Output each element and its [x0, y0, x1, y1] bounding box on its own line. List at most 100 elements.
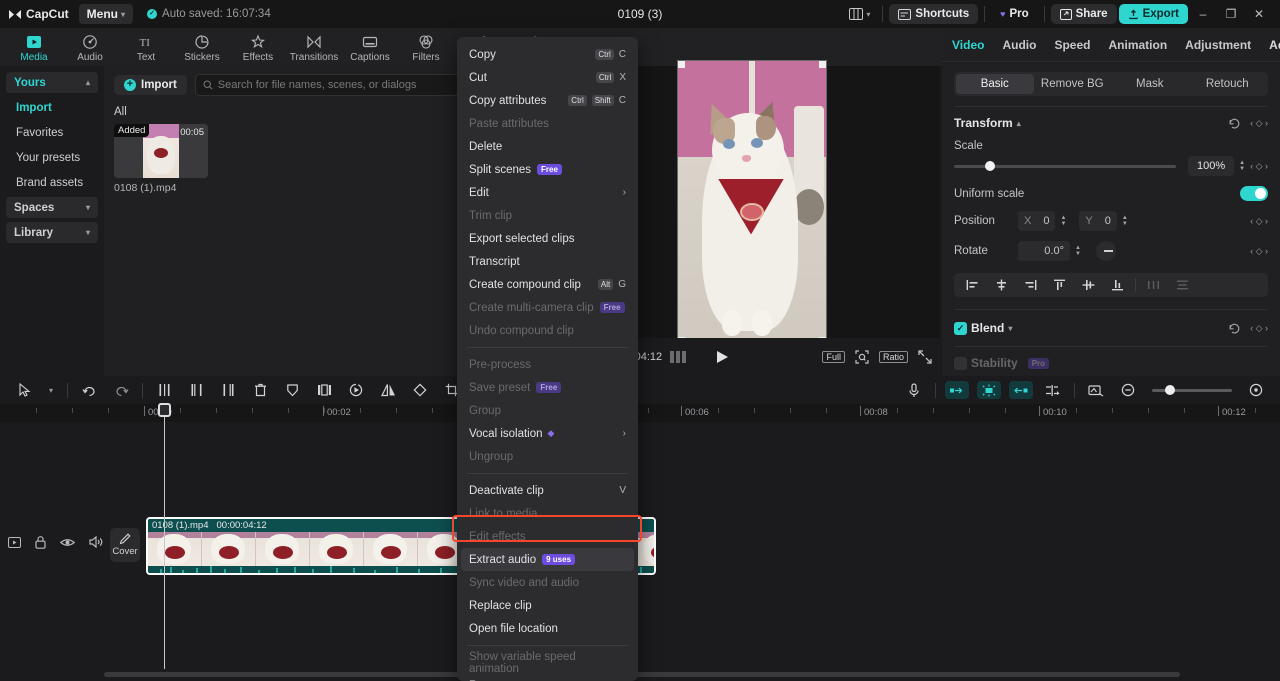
menu-item-copy-attributes[interactable]: Copy attributes Ctrl Shift C	[457, 89, 638, 112]
position-y-stepper[interactable]: ▲ ▼	[1122, 215, 1128, 227]
handle-top-right[interactable]	[819, 60, 826, 68]
subtab-basic[interactable]: Basic	[956, 74, 1034, 94]
tab-animation[interactable]: Animation	[1108, 38, 1167, 52]
full-button[interactable]: Full	[822, 351, 845, 363]
fullscreen-icon[interactable]	[918, 350, 932, 364]
freeze-frame-icon[interactable]	[308, 377, 340, 403]
close-button[interactable]: ✕	[1246, 2, 1272, 26]
align-center-vertical-icon[interactable]	[1074, 279, 1103, 291]
position-x-field[interactable]: X 0	[1018, 211, 1056, 231]
stability-title-group[interactable]: Stability Pro	[954, 356, 1050, 370]
align-bottom-icon[interactable]	[1103, 279, 1132, 291]
uniform-scale-toggle[interactable]	[1240, 186, 1268, 201]
timeline-ruler[interactable]: 00:00 00:02 00:04 00:06 00:08 00:10 00:1…	[0, 404, 1280, 422]
timeline-horizontal-scrollbar[interactable]	[104, 672, 1180, 677]
eye-icon[interactable]	[60, 537, 75, 548]
stability-checkbox[interactable]	[954, 356, 967, 370]
distribute-horizontal-icon[interactable]	[1139, 279, 1168, 291]
align-center-horizontal-icon[interactable]	[987, 279, 1016, 291]
sidebar-item-import[interactable]: Import	[6, 97, 98, 118]
subtab-remove-bg[interactable]: Remove BG	[1034, 74, 1112, 94]
play-button[interactable]	[716, 350, 729, 364]
sidebar-item-yours[interactable]: Yours ▴	[6, 72, 98, 93]
maximize-button[interactable]: ❐	[1218, 2, 1244, 26]
keyframe-control[interactable]: ‹ ◇ ›	[1250, 323, 1268, 334]
position-y-field[interactable]: Y 0	[1079, 211, 1117, 231]
timeline-zoom-slider[interactable]	[1152, 384, 1232, 395]
sidebar-item-brand-assets[interactable]: Brand assets	[6, 172, 98, 193]
shortcuts-button[interactable]: Shortcuts	[889, 4, 979, 24]
menu-item-delete[interactable]: Delete	[457, 135, 638, 158]
delete-icon[interactable]	[244, 377, 276, 403]
tab-adjustment[interactable]: Adjustment	[1185, 38, 1251, 52]
tab-effects[interactable]: Effects	[230, 32, 286, 63]
keyframe-control[interactable]: ‹ ◇ ›	[1250, 246, 1268, 257]
layout-button[interactable]: ▾	[843, 4, 876, 24]
menu-item-transcript[interactable]: Transcript	[457, 250, 638, 273]
subtab-mask[interactable]: Mask	[1111, 74, 1189, 94]
tab-speed[interactable]: Speed	[1054, 38, 1090, 52]
rotate-icon[interactable]	[404, 377, 436, 403]
menu-item-open-file-location[interactable]: Open file location	[457, 617, 638, 640]
tab-transitions[interactable]: Transitions	[286, 32, 342, 63]
undo-icon[interactable]	[73, 377, 105, 403]
zoom-slider-knob[interactable]	[1164, 384, 1175, 395]
tab-audio[interactable]: Audio	[62, 32, 118, 63]
media-card[interactable]: Added 00:05 0108 (1).mp4	[114, 124, 208, 194]
transform-title-group[interactable]: Transform ▴	[954, 116, 1021, 130]
tab-captions[interactable]: Captions	[342, 32, 398, 63]
menu-item-extract-audio[interactable]: Extract audio 9 uses	[461, 548, 634, 571]
sidebar-item-your-presets[interactable]: Your presets	[6, 147, 98, 168]
tab-ads[interactable]: Ads	[1269, 38, 1280, 52]
mirror-icon[interactable]	[372, 377, 404, 403]
keyframe-control[interactable]: ‹ ◇ ›	[1250, 216, 1268, 227]
scale-slider[interactable]	[954, 161, 1177, 171]
share-button[interactable]: Share	[1050, 4, 1117, 24]
link-icon[interactable]	[1037, 377, 1069, 403]
tab-text[interactable]: TI Text	[118, 32, 174, 63]
rotate-field[interactable]: 0.0°	[1018, 241, 1070, 261]
position-x-stepper[interactable]: ▲ ▼	[1060, 215, 1066, 227]
microphone-icon[interactable]	[898, 377, 930, 403]
menu-item-deactivate-clip[interactable]: Deactivate clip V	[457, 479, 638, 502]
rotate-stepper[interactable]: ▲ ▼	[1075, 245, 1081, 257]
sidebar-item-spaces[interactable]: Spaces ▾	[6, 197, 98, 218]
split-icon[interactable]	[148, 377, 180, 403]
distribute-vertical-icon[interactable]	[1168, 279, 1197, 291]
media-thumbnail[interactable]: Added 00:05	[114, 124, 208, 178]
scale-stepper[interactable]: ▲ ▼	[1239, 160, 1245, 172]
reset-icon[interactable]	[1228, 322, 1241, 335]
cover-button[interactable]: Cover	[110, 528, 140, 562]
import-button[interactable]: + Import	[114, 75, 187, 95]
menu-item-copy[interactable]: Copy Ctrl C	[457, 43, 638, 66]
auto-snap-icon[interactable]	[977, 381, 1001, 399]
align-top-icon[interactable]	[1045, 279, 1074, 291]
menu-item-edit[interactable]: Edit ›	[457, 181, 638, 204]
minimize-button[interactable]: –	[1190, 2, 1216, 26]
playhead-line[interactable]	[164, 404, 165, 669]
menu-item-split-scenes[interactable]: Split scenes Free	[457, 158, 638, 181]
menu-item-range[interactable]: Range ›	[457, 674, 638, 681]
lock-icon[interactable]	[35, 535, 46, 549]
keyframe-control[interactable]: ‹ ◇ ›	[1250, 118, 1268, 129]
mute-icon[interactable]	[89, 536, 103, 548]
zoom-in-icon[interactable]	[1240, 377, 1272, 403]
menu-item-vocal-isolation[interactable]: Vocal isolation ◆ ›	[457, 422, 638, 445]
rotate-dial[interactable]	[1095, 241, 1116, 261]
in-point-icon[interactable]	[945, 381, 969, 399]
trim-left-icon[interactable]	[180, 377, 212, 403]
out-point-icon[interactable]	[1009, 381, 1033, 399]
scale-value[interactable]: 100%	[1188, 156, 1235, 176]
keyframe-panel-icon[interactable]	[1080, 377, 1112, 403]
align-right-icon[interactable]	[1016, 279, 1045, 291]
export-button[interactable]: Export	[1118, 4, 1188, 24]
reset-icon[interactable]	[1228, 117, 1241, 130]
tab-media[interactable]: Media	[6, 32, 62, 63]
handle-top-left[interactable]	[678, 60, 685, 68]
menu-button[interactable]: Menu ▾	[78, 4, 134, 24]
track-type-icon[interactable]	[8, 536, 21, 548]
zoom-fit-icon[interactable]	[855, 350, 869, 364]
sidebar-item-favorites[interactable]: Favorites	[6, 122, 98, 143]
mask-icon[interactable]	[276, 377, 308, 403]
trim-right-icon[interactable]	[212, 377, 244, 403]
